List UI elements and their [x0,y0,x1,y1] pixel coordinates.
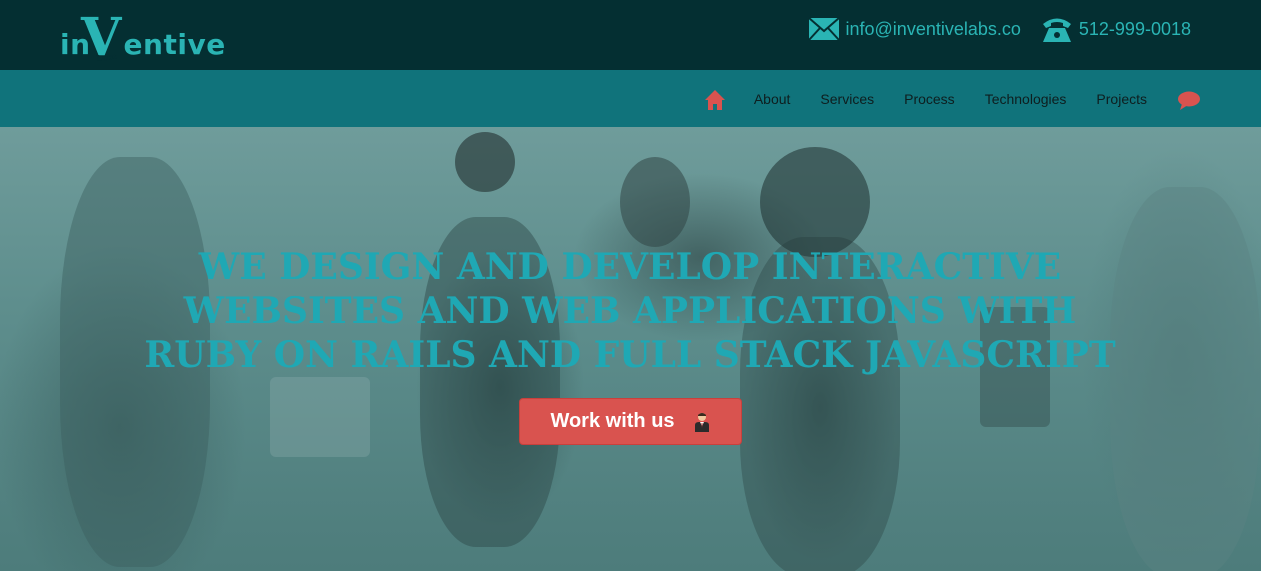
businessman-icon [693,412,711,432]
nav-bar: About Services Process Technologies Proj… [0,70,1261,127]
nav-item-process[interactable]: Process [904,91,955,107]
background-figure [620,157,690,247]
background-figure [760,147,870,257]
nav-item-technologies[interactable]: Technologies [985,91,1067,107]
chat-bubble-icon[interactable] [1177,90,1201,112]
logo-wordmark: in entive [60,28,226,61]
hero-section: WE DESIGN AND DEVELOP INTERACTIVE WEBSIT… [0,127,1261,571]
work-with-us-button[interactable]: Work with us [519,398,742,445]
cta-label: Work with us [550,410,675,432]
background-figure [455,132,515,192]
main-nav: About Services Process Technologies Proj… [704,70,1201,127]
email-contact[interactable]: info@inventivelabs.co [807,17,1021,41]
brand-logo[interactable]: V in entive Labs [60,10,230,68]
logo-in: in [60,28,91,61]
envelope-icon [807,17,840,41]
home-icon[interactable] [704,89,726,111]
contact-info: info@inventivelabs.co 512-999-0018 [807,14,1191,44]
hero-headline: WE DESIGN AND DEVELOP INTERACTIVE WEBSIT… [144,246,1116,376]
background-figure [1110,187,1260,571]
email-link[interactable]: info@inventivelabs.co [846,19,1021,40]
background-monitor [270,377,370,457]
phone-contact[interactable]: 512-999-0018 [1041,15,1191,43]
nav-item-about[interactable]: About [754,91,791,107]
telephone-icon [1041,15,1073,43]
top-bar: V in entive Labs info@inventivelabs.co 5… [0,0,1261,70]
nav-item-projects[interactable]: Projects [1096,91,1147,107]
logo-entive: entive [123,28,226,61]
phone-link[interactable]: 512-999-0018 [1079,19,1191,40]
nav-item-services[interactable]: Services [820,91,874,107]
